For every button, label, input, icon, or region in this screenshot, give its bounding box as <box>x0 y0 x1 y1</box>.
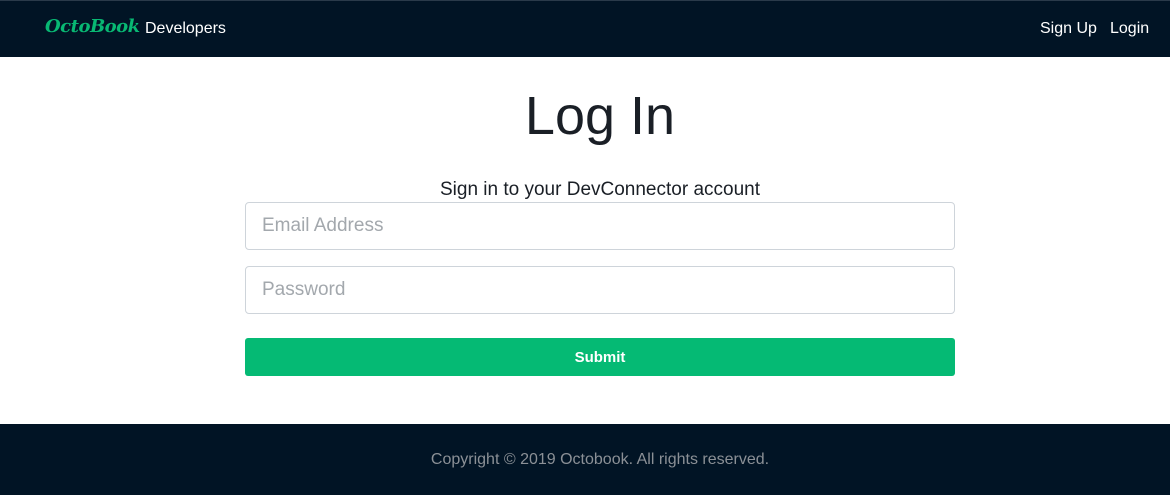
page-footer: Copyright © 2019 Octobook. All rights re… <box>0 424 1170 495</box>
copyright-text: Copyright © 2019 Octobook. All rights re… <box>430 451 770 468</box>
nav-signup-link[interactable]: Sign Up <box>1040 20 1097 38</box>
brand-logo-link[interactable]: OctoBook <box>45 16 140 37</box>
page-subtitle: Sign in to your DevConnector account <box>439 179 760 200</box>
email-field[interactable] <box>245 202 955 250</box>
nav-developers-link[interactable]: Developers <box>145 20 226 38</box>
top-navbar: OctoBook Developers Sign Up Login <box>0 0 1170 57</box>
submit-button[interactable]: Submit <box>245 338 955 376</box>
nav-login-link[interactable]: Login <box>1110 20 1149 38</box>
page-title: Log In <box>524 86 676 146</box>
password-field[interactable] <box>245 266 955 314</box>
